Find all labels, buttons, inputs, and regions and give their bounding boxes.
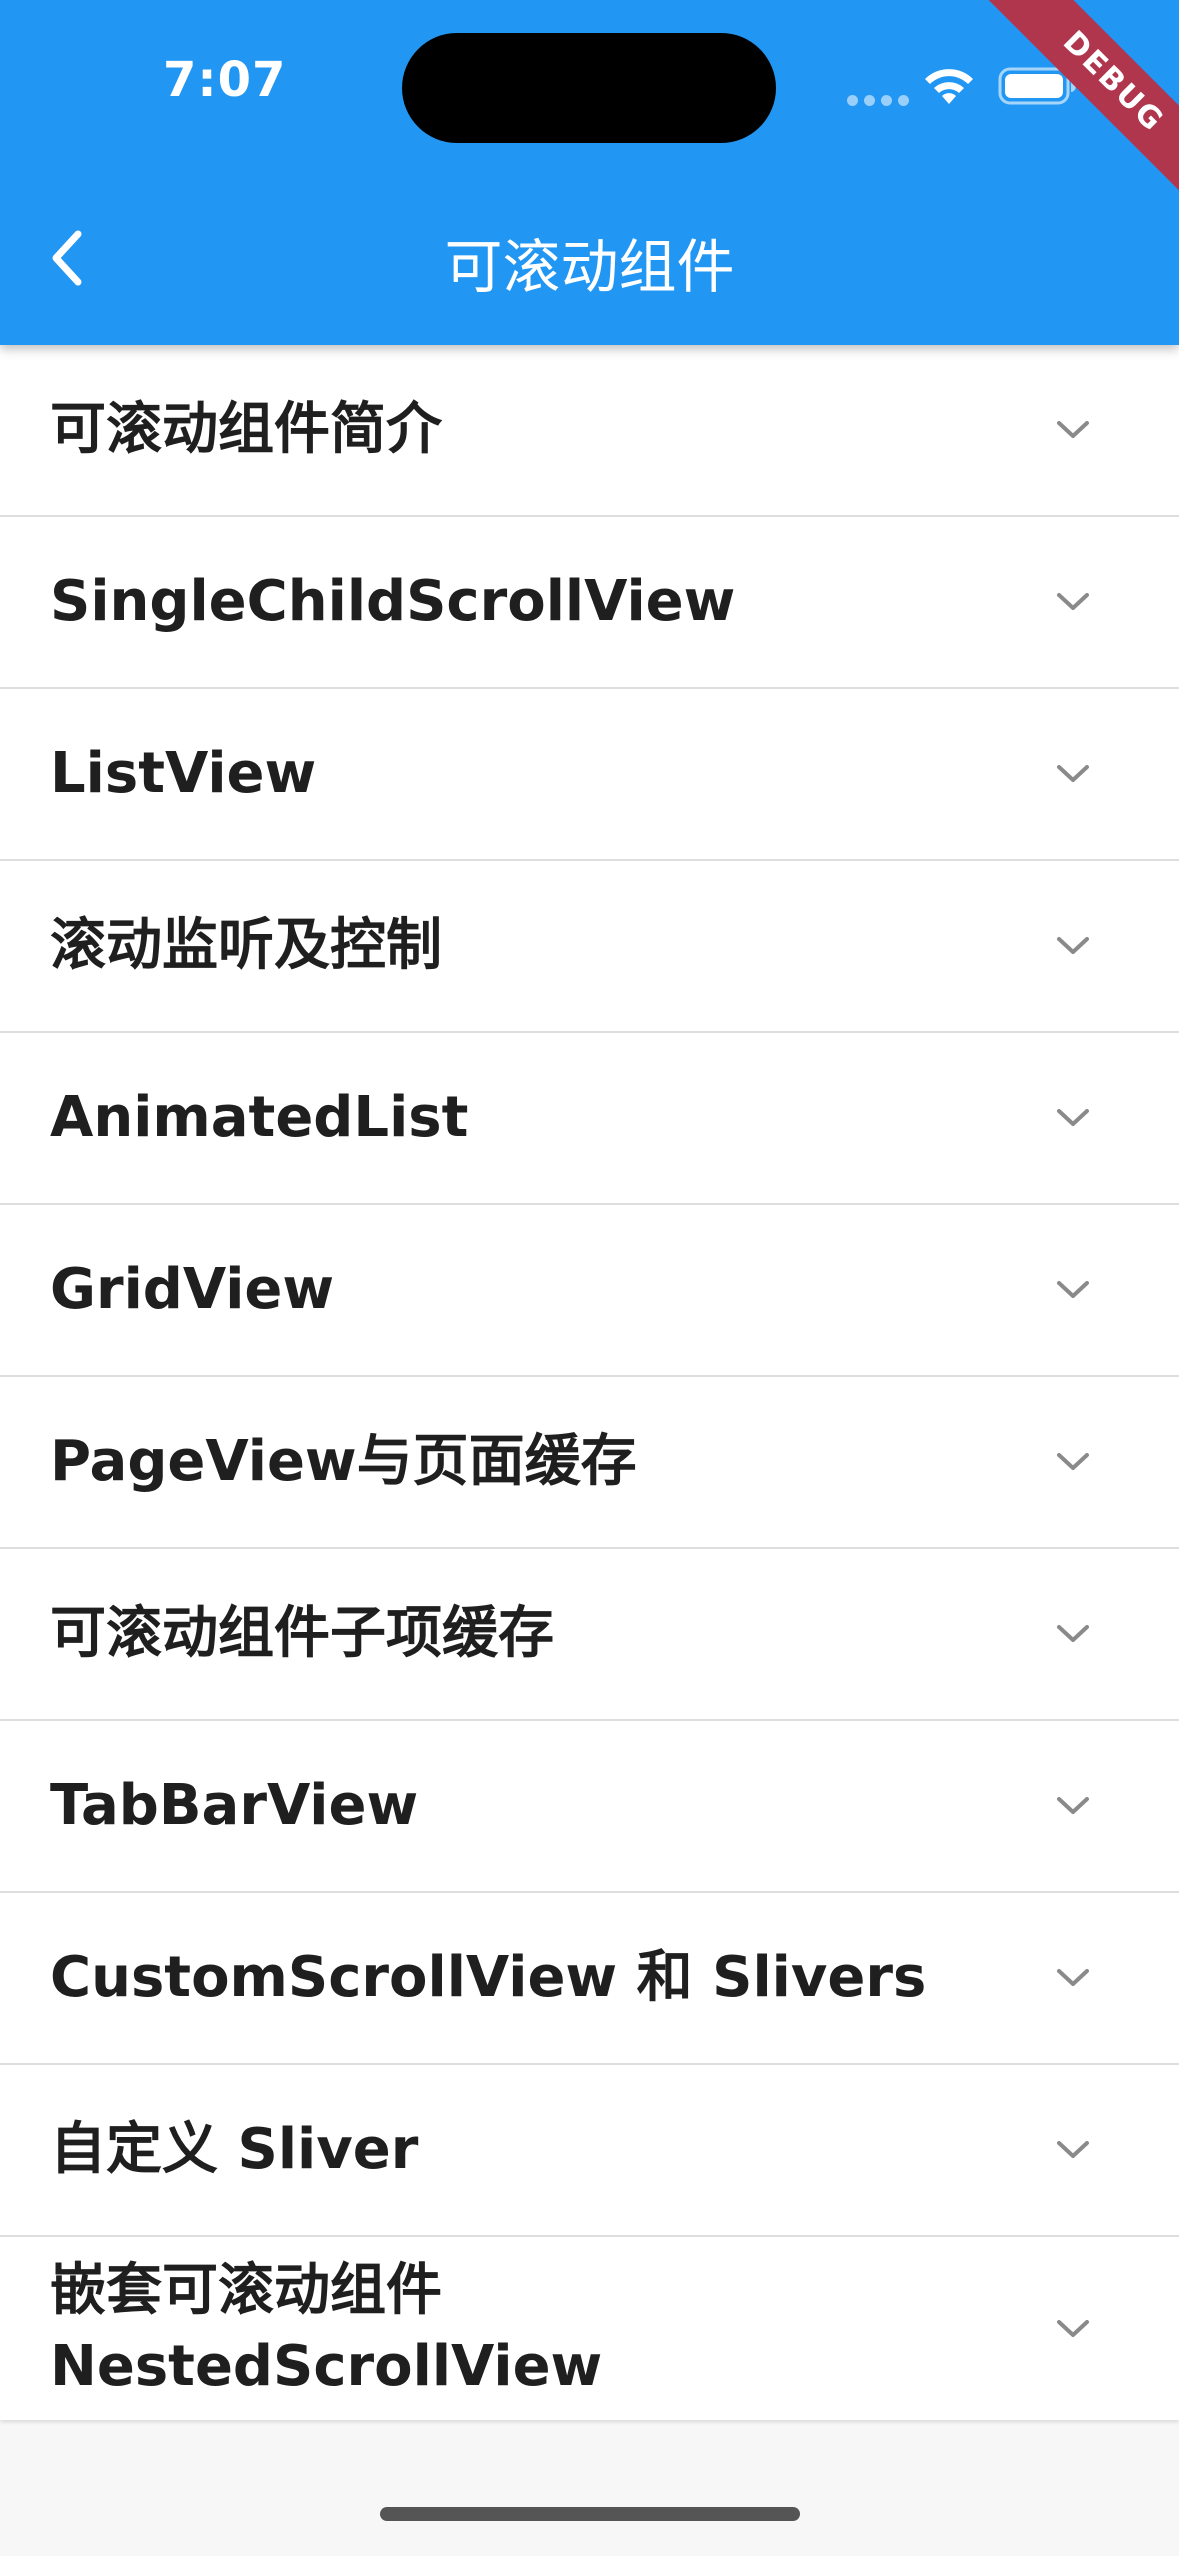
list-item[interactable]: 滚动监听及控制 <box>0 861 1179 1033</box>
chevron-down-icon[interactable] <box>1055 1967 1091 1989</box>
chevron-down-icon[interactable] <box>1055 1623 1091 1645</box>
expansion-list: 可滚动组件简介 SingleChildScrollView ListView 滚动监听… <box>0 345 1179 2420</box>
list-item[interactable]: PageView与页面缓存 <box>0 1377 1179 1549</box>
debug-banner-label: DEBUG <box>985 0 1179 210</box>
list-item[interactable]: GridView <box>0 1205 1179 1377</box>
list-item-label: CustomScrollView 和 Slivers <box>50 1945 927 2010</box>
list-item-label: PageView与页面缓存 <box>50 1429 637 1494</box>
chevron-down-icon[interactable] <box>1055 419 1091 441</box>
list-item[interactable]: TabBarView <box>0 1721 1179 1893</box>
debug-banner: DEBUG <box>949 0 1179 230</box>
chevron-down-icon[interactable] <box>1055 1279 1091 1301</box>
list-item-label: 可滚动组件简介 <box>50 397 442 462</box>
list-item[interactable]: 可滚动组件简介 <box>0 345 1179 517</box>
chevron-down-icon[interactable] <box>1055 763 1091 785</box>
chevron-down-icon[interactable] <box>1055 1451 1091 1473</box>
list-item-label: 自定义 Sliver <box>50 2117 419 2182</box>
list-item[interactable]: 可滚动组件子项缓存 <box>0 1549 1179 1721</box>
status-time: 7:07 <box>163 52 287 108</box>
chevron-down-icon[interactable] <box>1055 2139 1091 2161</box>
list-item-label: 滚动监听及控制 <box>50 913 442 978</box>
list-item-label: AnimatedList <box>50 1085 469 1150</box>
home-indicator[interactable] <box>380 2507 800 2521</box>
chevron-down-icon[interactable] <box>1055 2318 1091 2340</box>
list-item[interactable]: SingleChildScrollView <box>0 517 1179 689</box>
list-item-label: SingleChildScrollView <box>50 569 736 634</box>
chevron-down-icon[interactable] <box>1055 1795 1091 1817</box>
list-item[interactable]: 自定义 Sliver <box>0 2065 1179 2237</box>
list-item-label: 嵌套可滚动组件 NestedScrollView <box>50 2257 603 2399</box>
list-item-label: TabBarView <box>50 1773 419 1838</box>
dynamic-island <box>402 33 776 143</box>
list-item[interactable]: ListView <box>0 689 1179 861</box>
screen: 7:07 可滚动组件 DEBUG 可滚动组件简介 SingleChildScrol… <box>0 0 1179 2556</box>
list-item-label: 可滚动组件子项缓存 <box>50 1601 554 1666</box>
chevron-down-icon[interactable] <box>1055 935 1091 957</box>
list-item[interactable]: CustomScrollView 和 Slivers <box>0 1893 1179 2065</box>
list-item-label: GridView <box>50 1257 335 1322</box>
chevron-down-icon[interactable] <box>1055 1107 1091 1129</box>
page-title: 可滚动组件 <box>444 233 735 301</box>
list-item-label: ListView <box>50 741 317 806</box>
list-item[interactable]: 嵌套可滚动组件 NestedScrollView <box>0 2237 1179 2420</box>
cellular-signal-icon <box>847 95 909 106</box>
chevron-down-icon[interactable] <box>1055 591 1091 613</box>
list-item[interactable]: AnimatedList <box>0 1033 1179 1205</box>
